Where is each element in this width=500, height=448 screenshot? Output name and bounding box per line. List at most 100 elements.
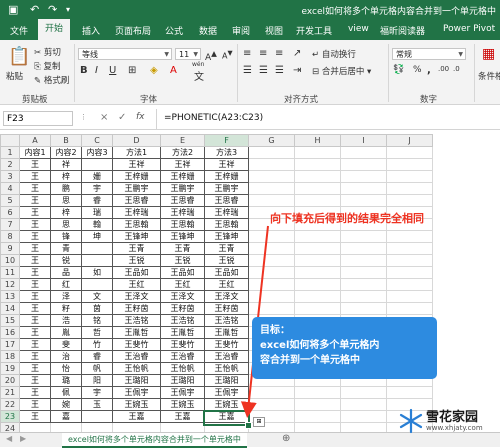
cell-e[interactable]: 王祥 bbox=[160, 158, 205, 171]
cell-c[interactable]: 宇 bbox=[81, 182, 113, 195]
cell-c[interactable]: 玉 bbox=[81, 398, 113, 411]
cell-f[interactable]: 王浩铭 bbox=[204, 314, 249, 327]
cell-j[interactable] bbox=[386, 182, 433, 195]
cell-j[interactable] bbox=[386, 242, 433, 255]
redo-icon[interactable]: ↷ bbox=[48, 3, 57, 16]
cell[interactable] bbox=[81, 422, 113, 432]
column-header-f[interactable]: F bbox=[204, 134, 249, 147]
cell-d[interactable]: 王梓姗 bbox=[112, 170, 161, 183]
cell-d[interactable]: 王青 bbox=[112, 242, 161, 255]
cell-i[interactable] bbox=[340, 302, 387, 315]
cell-f[interactable]: 王胤哲 bbox=[204, 326, 249, 339]
cell-e[interactable]: 王泽文 bbox=[160, 290, 205, 303]
row-header[interactable]: 19 bbox=[0, 362, 20, 375]
cell-g[interactable] bbox=[248, 290, 295, 303]
cell-a[interactable]: 王 bbox=[19, 278, 51, 291]
cell-g[interactable] bbox=[248, 230, 295, 243]
cell-a[interactable]: 王 bbox=[19, 218, 51, 231]
border-icon[interactable]: ⊞ bbox=[128, 65, 136, 76]
cell-a[interactable]: 王 bbox=[19, 302, 51, 315]
cell-b[interactable]: 鹏 bbox=[50, 182, 82, 195]
cell-c[interactable]: 茵 bbox=[81, 302, 113, 315]
cell-c[interactable]: 睿 bbox=[81, 194, 113, 207]
tab-file[interactable]: 文件 bbox=[10, 24, 28, 37]
cell[interactable] bbox=[50, 422, 82, 432]
cell-c[interactable]: 如 bbox=[81, 266, 113, 279]
cell-b[interactable]: 浩 bbox=[50, 314, 82, 327]
tab-view-en[interactable]: view bbox=[348, 24, 369, 34]
column-header-h[interactable]: H bbox=[294, 134, 341, 147]
cell-a[interactable]: 王 bbox=[19, 374, 51, 387]
cell-c[interactable]: 坤 bbox=[81, 230, 113, 243]
column-header-g[interactable]: G bbox=[248, 134, 295, 147]
cell-i[interactable] bbox=[340, 170, 387, 183]
cell-d[interactable]: 王婉玉 bbox=[112, 398, 161, 411]
cell-f[interactable]: 王治睿 bbox=[204, 350, 249, 363]
conditional-format-icon[interactable]: ▦ bbox=[482, 46, 495, 62]
cell-f[interactable]: 王品如 bbox=[204, 266, 249, 279]
cell-i[interactable] bbox=[340, 230, 387, 243]
cell-d[interactable]: 王鹏宇 bbox=[112, 182, 161, 195]
cell-c[interactable]: 哲 bbox=[81, 326, 113, 339]
formula-input[interactable]: =PHONETIC(A23:C23) bbox=[164, 113, 263, 123]
cell-g[interactable] bbox=[248, 302, 295, 315]
cell-e[interactable]: 王锋坤 bbox=[160, 230, 205, 243]
cell-d[interactable]: 王祥 bbox=[112, 158, 161, 171]
cell-g[interactable] bbox=[248, 266, 295, 279]
cell-c[interactable]: 内容3 bbox=[81, 146, 113, 159]
undo-icon[interactable]: ↶ bbox=[30, 3, 39, 16]
phonetic-button[interactable]: 文 bbox=[194, 68, 204, 83]
add-sheet-icon[interactable]: ⊕ bbox=[282, 433, 290, 444]
align-top-icon[interactable]: ≡ bbox=[243, 48, 251, 59]
cell-g[interactable] bbox=[248, 182, 295, 195]
cell-h[interactable] bbox=[294, 158, 341, 171]
cell-f[interactable]: 王梓瑞 bbox=[204, 206, 249, 219]
cell-b[interactable]: 祥 bbox=[50, 158, 82, 171]
cell-g[interactable] bbox=[248, 254, 295, 267]
cell-i[interactable] bbox=[340, 290, 387, 303]
row-header[interactable]: 7 bbox=[0, 218, 20, 231]
confirm-icon[interactable]: ✓ bbox=[118, 112, 126, 123]
cell-e[interactable]: 王佩宇 bbox=[160, 386, 205, 399]
cell-g[interactable] bbox=[248, 158, 295, 171]
cell-j[interactable] bbox=[386, 266, 433, 279]
cell-i[interactable] bbox=[340, 410, 387, 423]
tab-foxit[interactable]: 福昕阅读器 bbox=[380, 24, 425, 37]
copy-button[interactable]: ⎘ 复制 bbox=[34, 60, 61, 72]
cell-e[interactable]: 王品如 bbox=[160, 266, 205, 279]
paste-button[interactable]: 粘贴 bbox=[6, 70, 23, 82]
cell-b[interactable]: 思 bbox=[50, 218, 82, 231]
cell-b[interactable]: 锋 bbox=[50, 230, 82, 243]
cell-d[interactable]: 王思睿 bbox=[112, 194, 161, 207]
cell[interactable] bbox=[340, 422, 387, 432]
cell[interactable] bbox=[160, 422, 205, 432]
cell-e[interactable]: 王嘉 bbox=[160, 410, 205, 423]
cell-j[interactable] bbox=[386, 290, 433, 303]
name-box[interactable]: F23 bbox=[3, 111, 73, 126]
cell-b[interactable]: 锐 bbox=[50, 254, 82, 267]
decrease-decimal-button[interactable]: .0 bbox=[453, 65, 460, 73]
cell-a[interactable]: 王 bbox=[19, 230, 51, 243]
cell-d[interactable]: 王品如 bbox=[112, 266, 161, 279]
cell-c[interactable] bbox=[81, 158, 113, 171]
cell-e[interactable]: 王锐 bbox=[160, 254, 205, 267]
tab-home[interactable]: 开始 bbox=[38, 19, 71, 40]
cell-h[interactable] bbox=[294, 290, 341, 303]
cell-f[interactable]: 方法3 bbox=[204, 146, 249, 159]
cell-i[interactable] bbox=[340, 278, 387, 291]
row-header[interactable]: 10 bbox=[0, 254, 20, 267]
cell-b[interactable]: 斐 bbox=[50, 338, 82, 351]
cell-a[interactable]: 王 bbox=[19, 182, 51, 195]
cell-f[interactable]: 王婉玉 bbox=[204, 398, 249, 411]
tab-review[interactable]: 审阅 bbox=[232, 24, 250, 37]
row-header[interactable]: 9 bbox=[0, 242, 20, 255]
cell-f[interactable]: 王籽茵 bbox=[204, 302, 249, 315]
cell-i[interactable] bbox=[340, 266, 387, 279]
cell-d[interactable]: 王斐竹 bbox=[112, 338, 161, 351]
cell-b[interactable]: 品 bbox=[50, 266, 82, 279]
align-middle-icon[interactable]: ≡ bbox=[259, 48, 267, 59]
cell-c[interactable]: 文 bbox=[81, 290, 113, 303]
cell-f[interactable]: 王嘉 bbox=[204, 410, 249, 423]
cell-e[interactable]: 王红 bbox=[160, 278, 205, 291]
cell-j[interactable] bbox=[386, 386, 433, 399]
